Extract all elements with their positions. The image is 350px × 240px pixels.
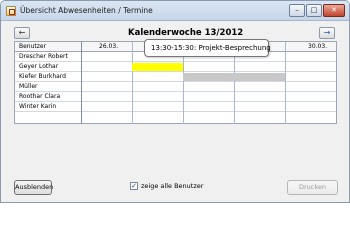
window-controls: – □ ✕ <box>289 4 345 17</box>
maximize-button[interactable]: □ <box>306 4 322 17</box>
name-column-divider <box>81 42 82 124</box>
day-divider <box>285 42 286 124</box>
show-all-users-label[interactable]: zeige alle Benutzer <box>141 182 203 190</box>
overview-window: Übersicht Abwesenheiten / Termine – □ ✕ … <box>0 0 350 203</box>
appointment-tooltip: 13:30-15:30: Projekt-Besprechung <box>144 39 271 57</box>
date-header-last: 30.03. <box>308 43 328 50</box>
user-column-header: Benutzer <box>19 43 47 50</box>
show-all-users-checkbox[interactable]: ✓ <box>130 182 138 190</box>
table-row[interactable]: Müller <box>15 82 336 92</box>
user-name: Kiefer Burkhard <box>19 73 66 80</box>
appointment-block-geyer[interactable] <box>132 63 183 71</box>
calendar-app-icon <box>6 6 16 16</box>
day-divider <box>132 42 133 124</box>
absence-block-kiefer[interactable] <box>183 73 285 81</box>
print-button[interactable]: Drucken <box>287 180 338 195</box>
user-name: Winter Karin <box>19 103 57 110</box>
hide-button[interactable]: Ausblenden <box>14 180 53 195</box>
next-week-button[interactable]: → <box>319 27 335 39</box>
table-row[interactable]: Kiefer Burkhard <box>15 72 336 82</box>
title-bar[interactable]: Übersicht Abwesenheiten / Termine – □ ✕ <box>1 1 349 21</box>
window-title: Übersicht Abwesenheiten / Termine <box>20 6 153 15</box>
show-all-users-option[interactable]: ✓ zeige alle Benutzer <box>130 182 203 190</box>
close-button[interactable]: ✕ <box>323 4 345 17</box>
user-name: Müller <box>19 83 38 90</box>
user-name: Drescher Robert <box>19 53 68 60</box>
minimize-button[interactable]: – <box>289 4 305 17</box>
week-title: Kalenderwoche 13/2012 <box>128 28 244 38</box>
table-row[interactable]: Roothar Clara <box>15 92 336 102</box>
date-header-first: 26.03. <box>99 43 119 50</box>
previous-week-button[interactable]: ← <box>14 27 30 39</box>
user-name: Roothar Clara <box>19 93 61 100</box>
table-row[interactable]: Winter Karin <box>15 102 336 112</box>
user-name: Geyer Lothar <box>19 63 59 70</box>
